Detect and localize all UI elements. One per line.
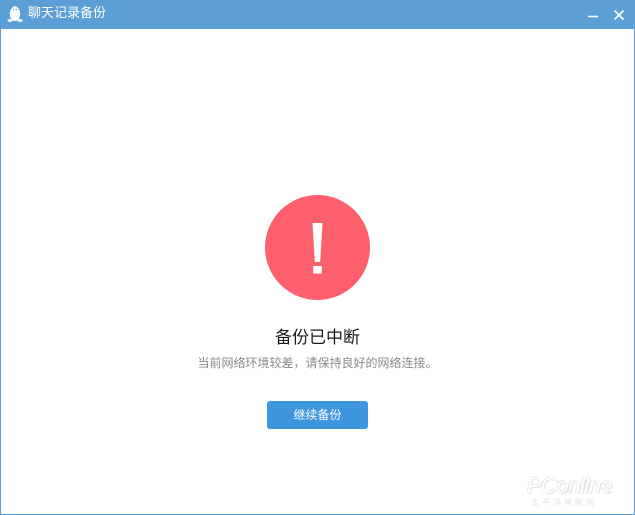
status-message: 当前网络环境较差，请保持良好的网络连接。	[197, 356, 438, 370]
watermark-brand: PConline	[527, 473, 613, 498]
exclamation-icon	[265, 195, 370, 300]
minimize-button[interactable]	[582, 4, 604, 26]
continue-backup-button[interactable]: 继续备份	[267, 401, 368, 429]
watermark-tagline: 太平洋电脑网	[531, 498, 597, 507]
backup-window: 聊天记录备份 备份已中断 当前网络环境较差，请保持良好的网络连接。 继续备份 P…	[0, 0, 635, 515]
watermark-logo: PConline 太平洋电脑网	[527, 474, 627, 508]
close-icon	[608, 4, 630, 26]
status-heading: 备份已中断	[275, 328, 360, 348]
minimize-icon	[582, 4, 604, 26]
title-bar[interactable]: 聊天记录备份	[1, 0, 634, 29]
alert-badge	[265, 195, 370, 300]
close-button[interactable]	[608, 4, 630, 26]
window-title: 聊天记录备份	[28, 6, 107, 21]
qq-penguin-icon	[7, 5, 23, 23]
